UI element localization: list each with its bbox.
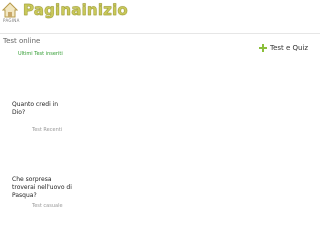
test-label-recent: Test Recenti — [32, 127, 63, 133]
section-title: Test online — [3, 37, 41, 45]
test-title-2[interactable]: Che sorpresa troverai nell'uovo di Pasqu… — [12, 176, 72, 200]
site-logo[interactable]: Paginainizio — [23, 1, 128, 19]
header-divider — [0, 33, 320, 34]
test-e-quiz-label: Test e Quiz — [270, 44, 309, 52]
plus-icon — [259, 44, 267, 52]
test-e-quiz-link[interactable]: Test e Quiz — [259, 44, 308, 52]
test-title-1[interactable]: Quanto credi in Dio? — [12, 101, 72, 117]
latest-tests-subtitle: Ultimi Test inseriti — [18, 51, 63, 57]
home-label: PAGINA — [3, 18, 20, 23]
header: PAGINA Paginainizio — [0, 0, 320, 34]
home-icon — [1, 2, 19, 18]
test-label-random: Test casuale — [32, 203, 63, 209]
home-link[interactable] — [1, 2, 19, 18]
